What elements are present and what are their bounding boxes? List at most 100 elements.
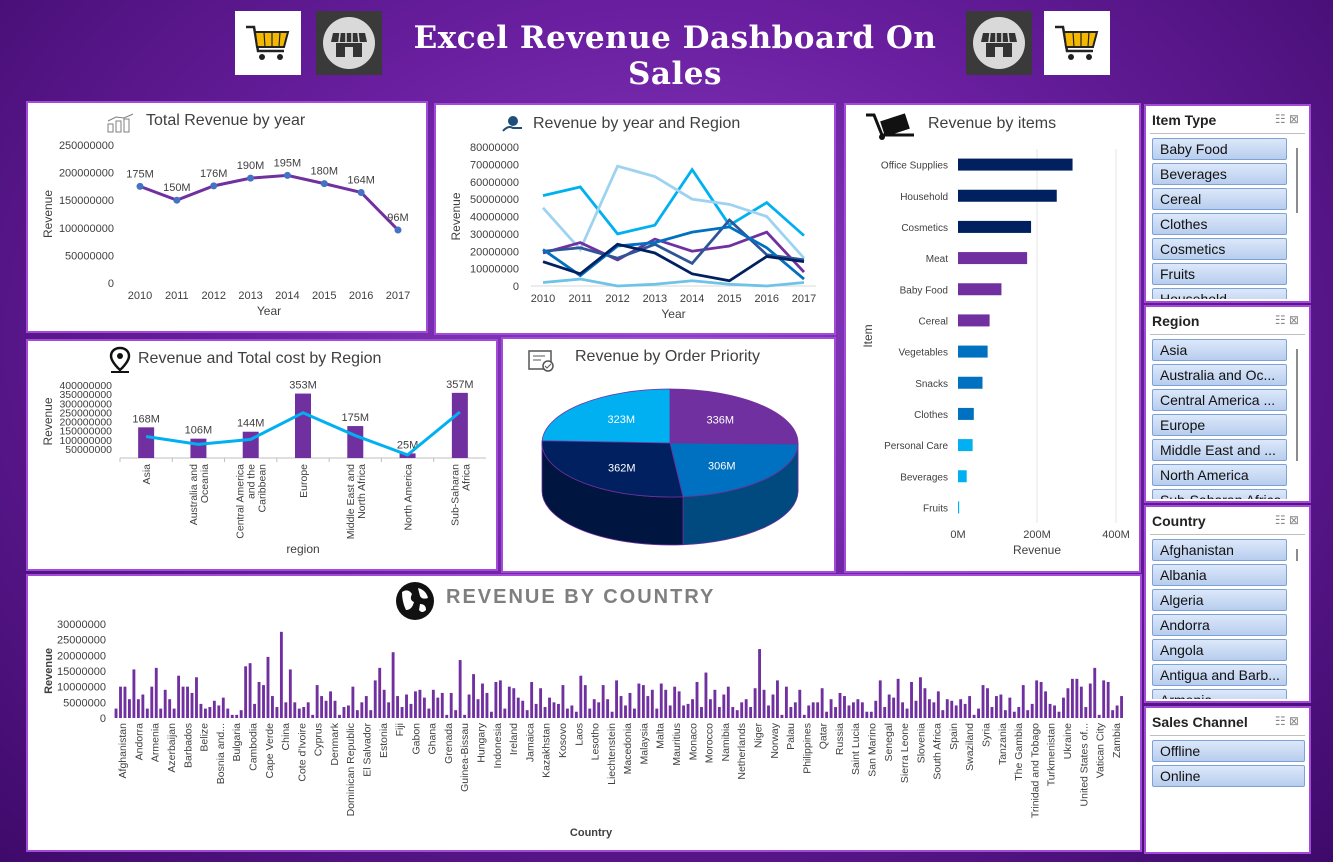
slicer-items: Asia Australia and Oc... Central America .… [1152,336,1287,499]
x-tick-label: Malaysia [638,723,650,765]
bar [451,392,468,458]
slicer-option[interactable]: Andorra [1152,614,1287,636]
x-tick-label: Syria [981,723,993,747]
x-axis-label: Revenue [1013,543,1061,557]
slicer-option[interactable]: Angola [1152,639,1287,661]
bar [208,707,212,718]
slicer-item-type[interactable]: Item Type ☷ ⊠ Baby Food Beverages Cereal Cl… [1144,104,1311,303]
slicer-option[interactable]: Fruits [1152,263,1287,285]
bar [749,707,753,718]
chart-panel-revenue-by-year: Total Revenue by year 0 50000000 100000000… [26,101,428,333]
x-tick-label: United States of... [1078,723,1090,806]
bar [816,702,820,718]
scrollbar[interactable] [1296,549,1298,561]
bar [735,710,739,718]
x-tick-label: Estonia [378,723,390,758]
bar [244,666,248,718]
bar [552,702,556,718]
scrollbar[interactable] [1296,148,1298,213]
bar [503,708,507,718]
x-tick-label: Bosnia and... [215,723,227,784]
bar [950,700,954,718]
x-tick-label: 2016 [754,293,778,305]
y-axis-label: Revenue [41,190,55,238]
bar [958,345,988,358]
bar [373,680,377,718]
x-tick-label: Turkmenistan [1046,723,1058,786]
slicer-option[interactable]: Albania [1152,564,1287,586]
slicer-option[interactable]: Offline [1152,740,1305,762]
bar [284,702,288,718]
bar [905,708,909,718]
y-tick-label: 20000000 [470,246,519,258]
multi-select-icon[interactable]: ☷ ⊠ [1275,513,1299,527]
data-label: 180M [311,166,339,178]
slicer-option[interactable]: Armenia [1152,689,1287,699]
slicer-option[interactable]: Central America ... [1152,389,1287,411]
slicer-sales-channel[interactable]: Sales Channel ☷ ⊠ Offline Online [1144,706,1311,854]
bar [293,702,297,718]
bar [418,689,422,718]
slicer-option[interactable]: Europe [1152,414,1287,436]
x-tick-label: Slovenia [915,723,927,763]
bar [1062,697,1065,718]
slicer-option[interactable]: Australia and Oc... [1152,364,1287,386]
bar [145,708,149,718]
bar [1120,696,1123,718]
bar [306,702,310,718]
slicer-option[interactable]: Cereal [1152,188,1287,210]
bar [753,688,757,718]
x-tick-label: Caribbean [257,464,269,513]
bar [923,688,927,718]
x-tick-label: 2017 [386,290,410,302]
slicer-option[interactable]: Household [1152,288,1287,299]
slicer-option[interactable]: Baby Food [1152,138,1287,160]
slicer-option[interactable]: Beverages [1152,163,1287,185]
y-tick-label: 400000000 [59,380,112,392]
y-tick-label: 10000000 [57,682,106,694]
multi-select-icon[interactable]: ☷ ⊠ [1275,714,1299,728]
bar [400,707,404,718]
scrollbar[interactable] [1296,349,1298,461]
y-tick-label: 30000000 [57,619,106,631]
bar [740,702,744,718]
divider [1150,334,1305,335]
slicer-region[interactable]: Region ☷ ⊠ Asia Australia and Oc... Centra… [1144,305,1311,503]
bar [628,692,632,718]
bar [999,694,1003,718]
slicer-country[interactable]: Country ☷ ⊠ Afghanistan Albania Algeria And… [1144,505,1311,703]
slicer-option[interactable]: Algeria [1152,589,1287,611]
slicer-option[interactable]: Sub-Saharan Africa [1152,489,1287,499]
x-tick-label: Guinea-Bissau [459,723,471,792]
slicer-option[interactable]: Middle East and ... [1152,439,1287,461]
y-tick-label: 0 [108,278,114,290]
x-tick-label: 200M [1023,529,1051,541]
bar [865,711,869,718]
bar [181,686,185,718]
x-tick-label: 2013 [238,290,262,302]
bar [1070,678,1074,718]
x-tick-label: Qatar [818,723,830,750]
bar [932,702,936,718]
x-tick-label: Kazakhstan [541,723,553,778]
multi-select-icon[interactable]: ☷ ⊠ [1275,112,1299,126]
slicer-option[interactable]: Afghanistan [1152,539,1287,561]
data-label: 175M [126,168,154,180]
x-tick-label: Ukraine [1062,723,1074,759]
slicer-option[interactable]: Cosmetics [1152,238,1287,260]
x-tick-label: Bulgaria [231,723,243,762]
slicer-option[interactable]: Antigua and Barb... [1152,664,1287,686]
slicer-option[interactable]: Online [1152,765,1305,787]
x-tick-label: 2016 [349,290,373,302]
slicer-option[interactable]: Asia [1152,339,1287,361]
bar [1008,697,1012,718]
x-tick-label: Morocco [704,723,716,763]
slicer-option[interactable]: North America [1152,464,1287,486]
bar [136,699,140,718]
bar [561,685,565,718]
slicer-option[interactable]: Clothes [1152,213,1287,235]
data-label: 323M [607,414,635,426]
y-tick-label: 40000000 [470,212,519,224]
x-tick-label: Andorra [133,723,145,761]
multi-select-icon[interactable]: ☷ ⊠ [1275,313,1299,327]
